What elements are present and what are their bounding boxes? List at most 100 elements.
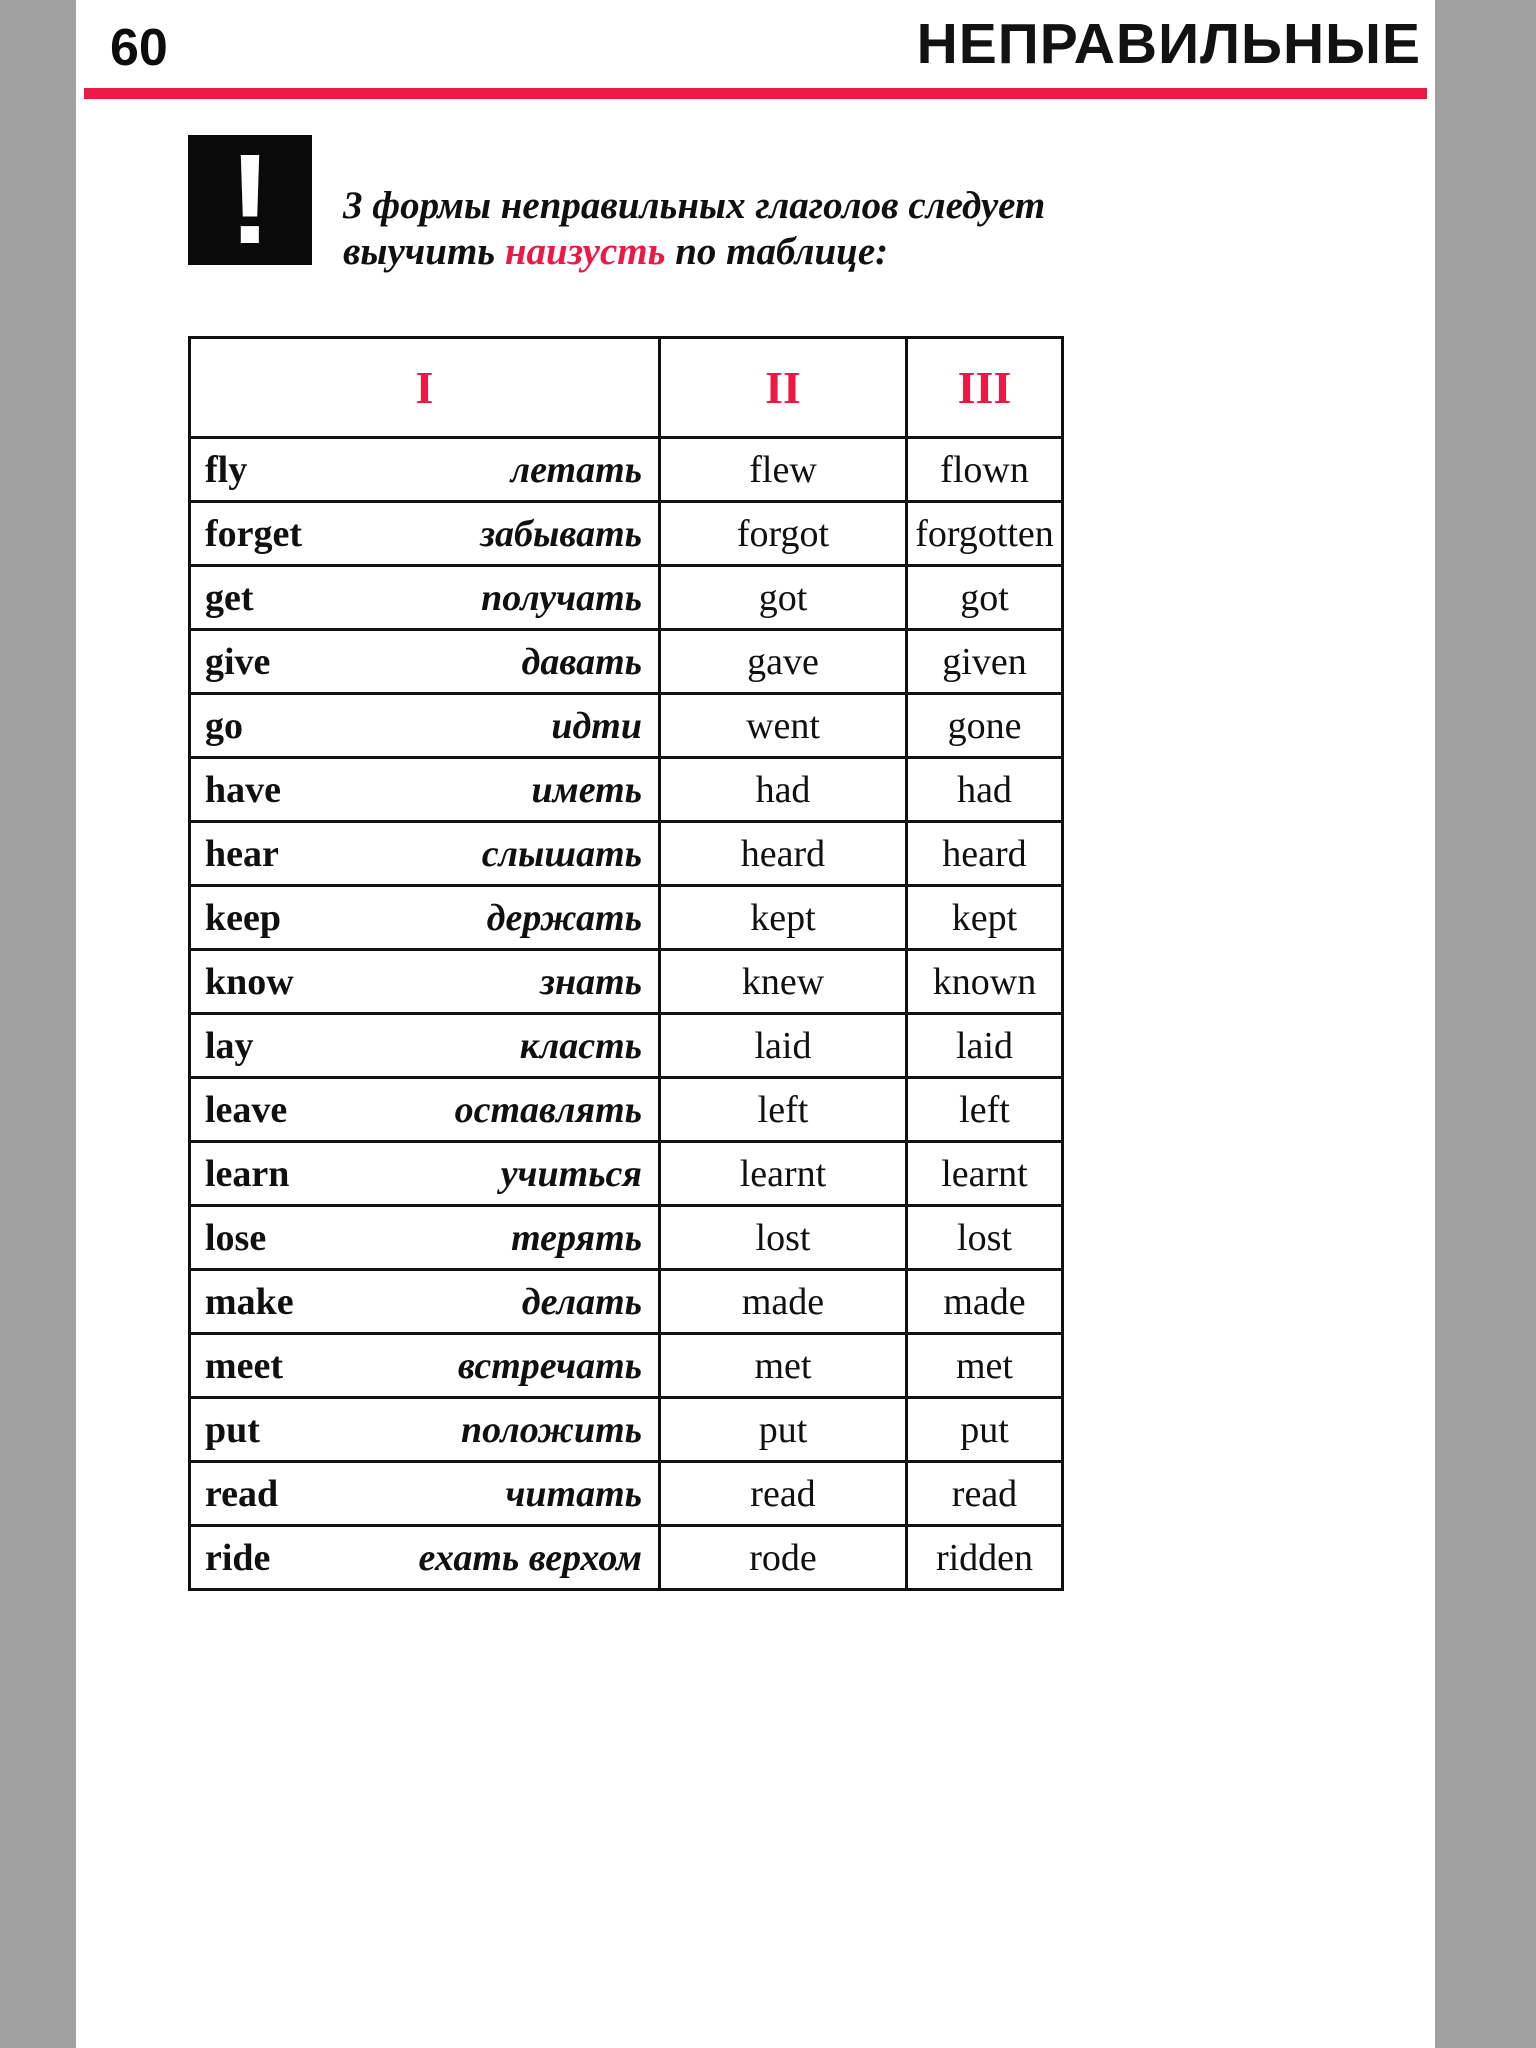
table-row: hear слышать heard heard — [188, 820, 1064, 887]
verb-infinitive: learn — [188, 1140, 365, 1207]
table-row: have иметь had had — [188, 756, 1064, 823]
column-header-3: III — [905, 336, 1064, 439]
verb-infinitive: lay — [188, 1012, 365, 1079]
verb-translation: читать — [364, 1460, 661, 1527]
verb-infinitive: lose — [188, 1204, 365, 1271]
verb-past-simple: lost — [658, 1204, 908, 1271]
verb-translation: забывать — [364, 500, 661, 567]
table-row: go идти went gone — [188, 692, 1064, 759]
table-row: put положить put put — [188, 1396, 1064, 1463]
verb-past-participle: had — [905, 756, 1064, 823]
verb-past-participle: known — [905, 948, 1064, 1015]
verb-past-participle: left — [905, 1076, 1064, 1143]
right-margin-gutter — [1435, 0, 1536, 2048]
verb-past-simple: got — [658, 564, 908, 631]
verb-infinitive: make — [188, 1268, 365, 1335]
table-row: give давать gave given — [188, 628, 1064, 695]
verb-infinitive: put — [188, 1396, 365, 1463]
page-sheet: 60 НЕПРАВИЛЬНЫЕ ! 3 формы неправильных г… — [76, 0, 1435, 2048]
note-line-1: 3 формы неправильных глаголов следует — [343, 184, 1046, 227]
note-line-2-suffix: по таблице: — [665, 230, 889, 273]
verb-infinitive: go — [188, 692, 365, 759]
verb-infinitive: give — [188, 628, 365, 695]
verb-past-simple: rode — [658, 1524, 908, 1591]
page-title: НЕПРАВИЛЬНЫЕ — [916, 12, 1421, 76]
verb-translation: учиться — [364, 1140, 661, 1207]
header-divider-rule — [84, 88, 1427, 99]
verb-past-participle: gone — [905, 692, 1064, 759]
verb-past-simple: left — [658, 1076, 908, 1143]
page-header: 60 НЕПРАВИЛЬНЫЕ — [76, 0, 1435, 99]
verb-translation: терять — [364, 1204, 661, 1271]
verb-past-participle: heard — [905, 820, 1064, 887]
table-header-row: I II III — [188, 336, 1064, 439]
table-row: get получать got got — [188, 564, 1064, 631]
verb-infinitive: leave — [188, 1076, 365, 1143]
verb-translation: идти — [364, 692, 661, 759]
verb-past-simple: made — [658, 1268, 908, 1335]
verb-infinitive: get — [188, 564, 365, 631]
verb-past-simple: went — [658, 692, 908, 759]
table-row: leave оставлять left left — [188, 1076, 1064, 1143]
verb-past-simple: gave — [658, 628, 908, 695]
table-row: know знать knew known — [188, 948, 1064, 1015]
table-row: lose терять lost lost — [188, 1204, 1064, 1271]
verb-past-participle: made — [905, 1268, 1064, 1335]
verb-past-participle: put — [905, 1396, 1064, 1463]
verb-infinitive: meet — [188, 1332, 365, 1399]
verb-past-participle: given — [905, 628, 1064, 695]
verb-infinitive: fly — [188, 436, 365, 503]
table-row: learn учиться learnt learnt — [188, 1140, 1064, 1207]
verb-past-simple: learnt — [658, 1140, 908, 1207]
verb-translation: давать — [364, 628, 661, 695]
exclamation-mark-glyph: ! — [228, 128, 272, 271]
table-row: make делать made made — [188, 1268, 1064, 1335]
verb-past-participle: laid — [905, 1012, 1064, 1079]
verb-past-simple: flew — [658, 436, 908, 503]
verb-infinitive: ride — [188, 1524, 365, 1591]
verb-past-participle: read — [905, 1460, 1064, 1527]
verb-past-participle: lost — [905, 1204, 1064, 1271]
verb-past-participle: kept — [905, 884, 1064, 951]
table-row: read читать read read — [188, 1460, 1064, 1527]
verb-past-participle: got — [905, 564, 1064, 631]
table-row: keep держать kept kept — [188, 884, 1064, 951]
verb-translation: получать — [364, 564, 661, 631]
verb-past-simple: heard — [658, 820, 908, 887]
verb-past-participle: ridden — [905, 1524, 1064, 1591]
verb-past-simple: forgot — [658, 500, 908, 567]
verb-translation: делать — [364, 1268, 661, 1335]
column-header-2: II — [658, 336, 908, 439]
verb-translation: оставлять — [364, 1076, 661, 1143]
verb-past-simple: met — [658, 1332, 908, 1399]
verb-past-simple: knew — [658, 948, 908, 1015]
exclamation-icon: ! — [188, 128, 312, 271]
left-margin-gutter — [0, 0, 76, 2048]
verb-past-simple: kept — [658, 884, 908, 951]
verb-translation: встречать — [364, 1332, 661, 1399]
table-row: ride ехать верхом rode ridden — [188, 1524, 1064, 1591]
verb-translation: положить — [364, 1396, 661, 1463]
verb-past-simple: read — [658, 1460, 908, 1527]
note-block: ! 3 формы неправильных глаголов следует … — [188, 128, 1338, 280]
verb-translation: знать — [364, 948, 661, 1015]
page-number: 60 — [110, 19, 168, 77]
verb-past-participle: learnt — [905, 1140, 1064, 1207]
note-text: 3 формы неправильных глаголов следует вы… — [343, 183, 1333, 275]
verb-infinitive: have — [188, 756, 365, 823]
verb-past-participle: flown — [905, 436, 1064, 503]
table-row: lay класть laid laid — [188, 1012, 1064, 1079]
verb-translation: ехать верхом — [364, 1524, 661, 1591]
verb-translation: держать — [364, 884, 661, 951]
verb-past-participle: forgotten — [905, 500, 1064, 567]
verb-translation: летать — [364, 436, 661, 503]
verb-infinitive: read — [188, 1460, 365, 1527]
verb-translation: слышать — [364, 820, 661, 887]
verb-past-simple: laid — [658, 1012, 908, 1079]
table-row: fly летать flew flown — [188, 436, 1064, 503]
note-accent-word: наизусть — [504, 230, 666, 273]
column-header-1: I — [188, 336, 661, 439]
note-line-2-prefix: выучить — [343, 230, 505, 273]
table-row: forget забывать forgot forgotten — [188, 500, 1064, 567]
verb-infinitive: know — [188, 948, 365, 1015]
